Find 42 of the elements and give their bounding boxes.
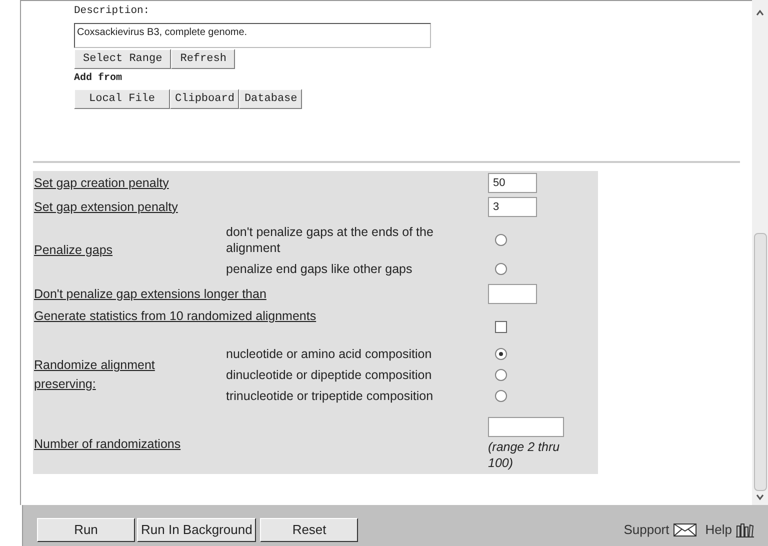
action-button[interactable]: Reset	[260, 518, 358, 542]
scrollbar[interactable]	[752, 0, 768, 505]
checkbox[interactable]	[495, 321, 507, 333]
action-button[interactable]: Run	[37, 518, 135, 542]
radio-button[interactable]	[495, 369, 507, 381]
envelope-icon	[673, 522, 698, 536]
scroll-thumb[interactable]	[754, 233, 766, 491]
option-label: don't penalize gaps at the ends of the alignment	[226, 224, 434, 256]
action-button[interactable]: Run In Background	[137, 518, 256, 542]
source-button[interactable]: Database	[239, 89, 302, 109]
source-button[interactable]: Local File	[74, 89, 170, 109]
footer-link[interactable]: Help	[705, 520, 732, 540]
range-button[interactable]: Refresh	[171, 49, 236, 69]
input-field[interactable]: 50	[488, 173, 537, 193]
source-button[interactable]: Clipboard	[170, 89, 240, 109]
option-label: penalize end gaps like other gaps	[226, 261, 414, 277]
input-field[interactable]	[488, 417, 564, 437]
radio-button[interactable]	[495, 263, 507, 275]
scroll-up-icon[interactable]	[755, 8, 765, 18]
footer-link[interactable]: Support	[624, 520, 670, 540]
range-note: (range 2 thru 100)	[488, 439, 561, 471]
parameter-link[interactable]: Penalize gaps	[34, 241, 186, 260]
input-field[interactable]	[488, 284, 537, 304]
add-from-label: Add from	[74, 72, 124, 86]
radio-button[interactable]	[495, 390, 507, 402]
range-button[interactable]: Select Range	[74, 49, 172, 69]
option-label: trinucleotide or tripeptide composition	[226, 388, 434, 404]
description-field[interactable]: Coxsackievirus B3, complete genome.	[74, 23, 431, 48]
parameter-link[interactable]: Generate statistics from 10 randomized alignments	[34, 309, 316, 323]
parameter-link[interactable]: Set gap creation penalty	[34, 176, 169, 190]
books-icon	[736, 522, 754, 538]
scroll-down-icon[interactable]	[755, 492, 765, 502]
input-field[interactable]: 3	[488, 197, 537, 217]
radio-button[interactable]	[495, 234, 507, 246]
parameter-link[interactable]: Don't penalize gap extensions longer than	[34, 286, 266, 301]
parameter-link[interactable]: Randomize alignment preserving:	[34, 356, 186, 394]
radio-button[interactable]	[495, 348, 507, 360]
description-label: Description:	[74, 4, 151, 19]
option-label: nucleotide or amino acid composition	[226, 346, 433, 362]
option-label: dinucleotide or dipeptide composition	[226, 367, 433, 383]
parameter-link[interactable]: Set gap extension penalty	[34, 200, 178, 214]
parameter-link[interactable]: Number of randomizations	[34, 436, 181, 451]
